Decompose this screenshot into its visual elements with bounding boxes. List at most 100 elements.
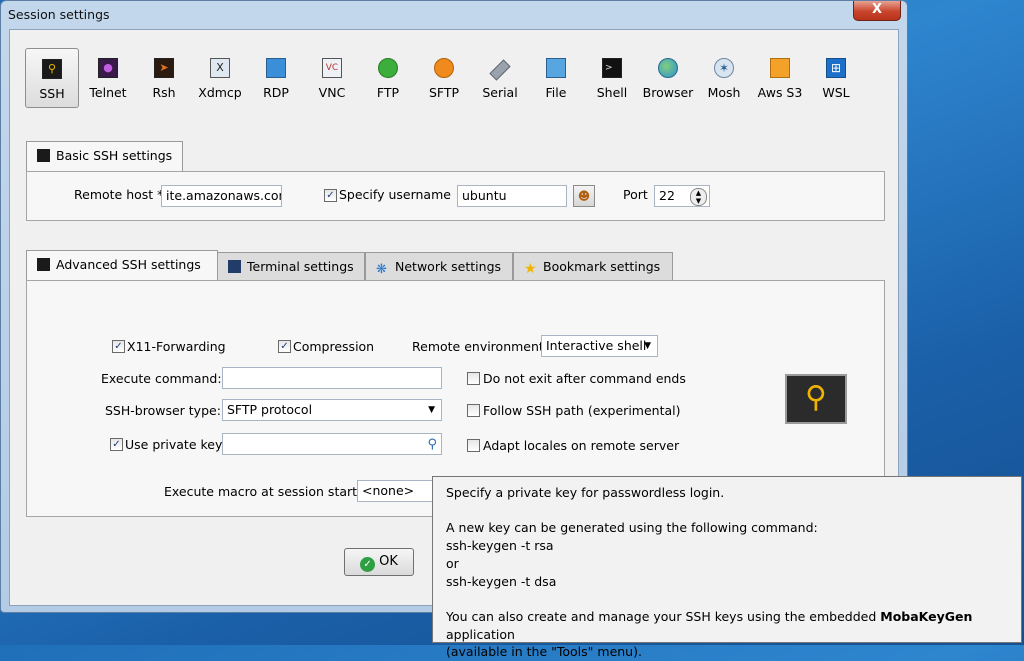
session-type-shell[interactable]: > Shell (585, 48, 639, 108)
session-type-rsh[interactable]: ➤ Rsh (137, 48, 191, 108)
port-value: 22 (659, 188, 675, 203)
remote-environment-value: Interactive shell (546, 338, 647, 353)
window-title: Session settings (8, 7, 110, 22)
chevron-down-icon: ▼ (644, 341, 651, 351)
tab-network-settings[interactable]: ❋ Network settings (365, 252, 513, 280)
remote-environment-select[interactable]: Interactive shell ▼ (541, 335, 658, 357)
ssh-browser-type-label: SSH-browser type: (105, 403, 221, 418)
tooltip-text: application (446, 626, 515, 642)
remote-environment-label: Remote environment: (412, 339, 549, 354)
session-type-browser[interactable]: Browser (641, 48, 695, 108)
windows-logo-icon: ⊞ (826, 58, 846, 78)
tab-label: Bookmark settings (543, 259, 661, 274)
tab-basic-ssh-settings[interactable]: Basic SSH settings (26, 141, 184, 172)
xdmcp-icon: X (210, 58, 230, 78)
compression-label: Compression (293, 339, 375, 354)
follow-ssh-path-checkbox[interactable] (467, 404, 480, 417)
remote-host-label: Remote host * (74, 187, 164, 202)
session-type-label: WSL (822, 85, 850, 100)
session-type-vnc[interactable]: VC VNC (305, 48, 359, 108)
tab-advanced-ssh-settings[interactable]: Advanced SSH settings (26, 250, 218, 281)
session-type-label: Browser (642, 85, 694, 100)
tab-label: Basic SSH settings (56, 148, 173, 163)
x11-forwarding-checkbox[interactable]: ✓ (112, 340, 125, 353)
compression-checkbox[interactable]: ✓ (278, 340, 291, 353)
chevron-down-icon: ▼ (428, 405, 435, 415)
ssh-browser-type-select[interactable]: SFTP protocol ▼ (222, 399, 442, 421)
execute-command-label: Execute command: (101, 371, 222, 386)
telnet-icon: ● (98, 58, 118, 78)
tooltip-line: A new key can be generated using the fol… (446, 520, 818, 536)
check-icon: ✓ (360, 557, 376, 572)
adapt-locales-label: Adapt locales on remote server (483, 438, 680, 453)
tooltip-line: ssh-keygen -t rsa (446, 538, 554, 554)
session-type-label: FTP (376, 85, 400, 100)
session-type-label: Telnet (89, 85, 127, 100)
tooltip-line: Specify a private key for passwordless l… (446, 485, 725, 500)
do-not-exit-checkbox[interactable] (467, 372, 480, 385)
title-bar[interactable]: Session settings X (1, 1, 907, 29)
session-type-rdp[interactable]: RDP (249, 48, 303, 108)
network-icon: ❋ (376, 262, 387, 277)
tooltip-line: ssh-keygen -t dsa (446, 573, 557, 589)
close-button[interactable]: X (853, 1, 901, 21)
large-key-icon: ⚲ (785, 374, 847, 424)
browse-file-icon[interactable]: ⚲ (427, 435, 437, 454)
rsh-icon: ➤ (154, 58, 174, 78)
session-type-file[interactable]: File (529, 48, 583, 108)
x11-forwarding-label: X11-Forwarding (127, 339, 226, 354)
private-key-tooltip: Specify a private key for passwordless l… (432, 476, 1022, 659)
private-key-input[interactable]: ⚲ (222, 433, 442, 455)
ok-button[interactable]: ✓ OK (344, 548, 414, 576)
session-type-ftp[interactable]: FTP (361, 48, 415, 108)
tooltip-text: You can also create and manage your SSH … (446, 608, 881, 624)
basic-settings-panel: Remote host * ite.amazonaws.com ✓ Specif… (26, 171, 885, 221)
specify-username-checkbox[interactable]: ✓ (324, 189, 337, 202)
execute-macro-label: Execute macro at session start: (164, 484, 362, 499)
session-type-label: Serial (482, 85, 518, 100)
port-label: Port (623, 187, 648, 202)
user-picker-icon[interactable]: ☻ (573, 185, 595, 207)
session-type-xdmcp[interactable]: X Xdmcp (193, 48, 247, 108)
terminal-settings-icon (228, 260, 241, 273)
session-type-label: Shell (596, 85, 628, 100)
port-input[interactable]: 22 ▲ ▼ (654, 185, 710, 207)
execute-command-input[interactable] (222, 367, 442, 389)
mobakeygen-name: MobaKeyGen (880, 608, 973, 624)
satellite-icon: ✶ (714, 58, 734, 78)
remote-host-input[interactable]: ite.amazonaws.com (161, 185, 282, 207)
adapt-locales-checkbox[interactable] (467, 439, 480, 452)
specify-username-label: Specify username (339, 187, 451, 202)
session-type-mosh[interactable]: ✶ Mosh (697, 48, 751, 108)
key-icon (37, 258, 50, 271)
serial-cable-icon (489, 59, 511, 81)
tooltip-line: or (446, 555, 459, 571)
session-type-wsl[interactable]: ⊞ WSL (809, 48, 863, 108)
tab-label: Advanced SSH settings (56, 257, 201, 272)
port-spinner-icon[interactable]: ▲ ▼ (690, 188, 707, 206)
star-icon: ★ (524, 261, 537, 277)
key-icon (37, 149, 50, 162)
aws-cubes-icon (770, 58, 790, 78)
session-type-label: SSH (39, 86, 65, 101)
tab-bookmark-settings[interactable]: ★ Bookmark settings (513, 252, 673, 280)
ftp-globe-icon (378, 58, 398, 78)
session-type-serial[interactable]: Serial (473, 48, 527, 108)
terminal-icon: > (602, 58, 622, 78)
use-private-key-checkbox[interactable]: ✓ (110, 438, 123, 451)
rdp-monitor-icon (266, 58, 286, 78)
tooltip-line: You can also create and manage your SSH … (446, 608, 1008, 643)
session-type-sftp[interactable]: SFTP (417, 48, 471, 108)
use-private-key-label: Use private key (125, 437, 223, 452)
session-type-telnet[interactable]: ● Telnet (81, 48, 135, 108)
session-type-label: Mosh (707, 85, 741, 100)
tab-label: Terminal settings (247, 259, 354, 274)
do-not-exit-label: Do not exit after command ends (483, 371, 686, 386)
session-type-ssh[interactable]: ⚲ SSH (25, 48, 79, 108)
session-type-label: Xdmcp (198, 85, 242, 100)
session-type-toolbar: ⚲ SSH ● Telnet ➤ Rsh X Xdmcp RDP VC VNC (25, 48, 875, 110)
tab-terminal-settings[interactable]: Terminal settings (217, 252, 365, 280)
session-type-aws-s3[interactable]: Aws S3 (753, 48, 807, 108)
username-input[interactable]: ubuntu (457, 185, 567, 207)
sftp-globe-icon (434, 58, 454, 78)
